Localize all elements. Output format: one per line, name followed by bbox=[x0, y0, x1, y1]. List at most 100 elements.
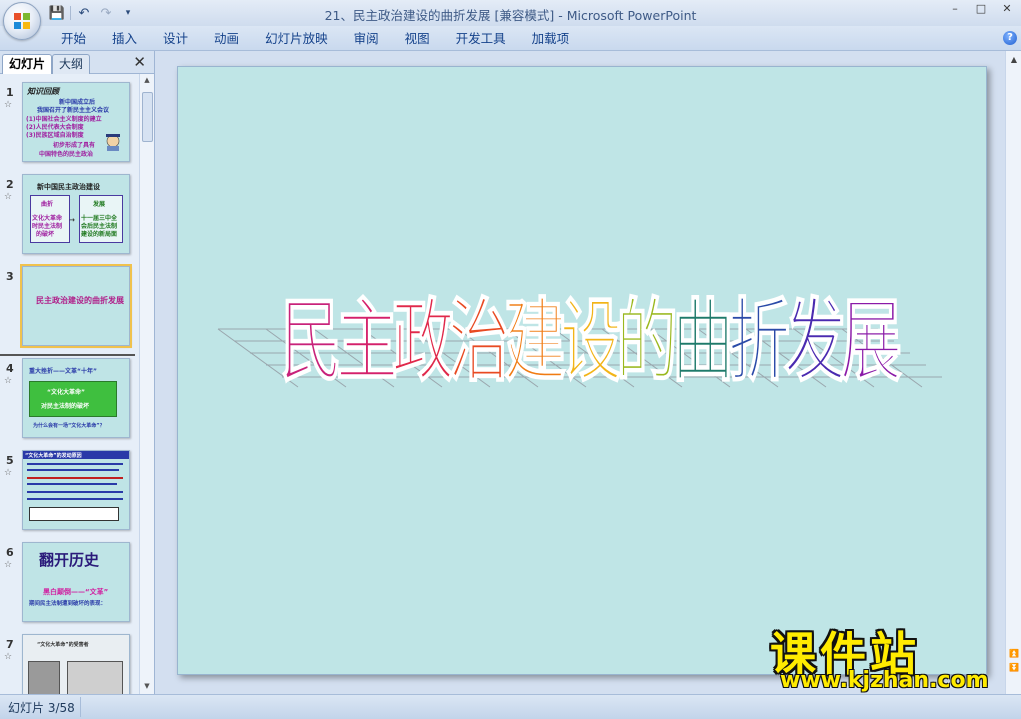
scroll-up-icon[interactable]: ▲ bbox=[1009, 55, 1019, 64]
pane-close-icon[interactable]: ✕ bbox=[133, 53, 146, 71]
slide-thumbnail-5[interactable]: “文化大革命”的发动原因 bbox=[22, 450, 130, 530]
office-button[interactable] bbox=[3, 2, 41, 40]
thumb-box bbox=[29, 507, 119, 521]
minimize-icon[interactable]: – bbox=[947, 2, 963, 15]
thumb-text: 初步形成了具有 bbox=[53, 142, 96, 149]
slide-number: 6 bbox=[6, 546, 14, 559]
slide-number: 2 bbox=[6, 178, 14, 191]
slide-number: 1 bbox=[6, 86, 14, 99]
thumb-line bbox=[27, 491, 123, 493]
teacher-clipart-icon bbox=[106, 134, 120, 151]
wordart-char: 的 bbox=[616, 289, 678, 394]
thumb-photo bbox=[28, 661, 60, 694]
slide-number: 7 bbox=[6, 638, 14, 651]
slide-thumbnail-1[interactable]: 知识回顾 新中国成立后 我国召开了新民主主义会议 (1)中国社会主义制度的建立 … bbox=[22, 82, 130, 162]
scroll-down-icon[interactable]: ▼ bbox=[142, 682, 152, 692]
thumb-line bbox=[27, 477, 123, 479]
animation-icon: ☆ bbox=[4, 560, 13, 570]
slides-pane: 幻灯片 大纲 ✕ 1 ☆ 知识回顾 新中国成立后 我国召开了新民主主义会议 (1… bbox=[0, 51, 155, 694]
thumb-text: 翻开历史 bbox=[39, 551, 100, 569]
next-slide-icon[interactable]: ⏬ bbox=[1009, 663, 1019, 672]
wordart-char: 曲 bbox=[672, 289, 734, 394]
thumb-text: 期间民主法制遭到破坏的表现： bbox=[29, 601, 107, 607]
tab-slides[interactable]: 幻灯片 bbox=[2, 54, 53, 74]
thumb-text: 民主政治建设的曲折发展 bbox=[36, 296, 124, 305]
thumb-text: 发展 bbox=[93, 201, 106, 208]
tab-design[interactable]: 设计 bbox=[150, 30, 201, 48]
tab-home[interactable]: 开始 bbox=[48, 30, 99, 48]
window-title: 21、民主政治建设的曲折发展 [兼容模式] - Microsoft PowerP… bbox=[324, 8, 697, 23]
close-icon[interactable]: ✕ bbox=[999, 2, 1015, 15]
thumb-text: “文化大革命”的受害者 bbox=[37, 642, 89, 648]
thumb-text: “文化大革命”的发动原因 bbox=[25, 453, 82, 459]
office-logo-icon bbox=[14, 13, 30, 29]
wordart-char: 展 bbox=[840, 289, 902, 394]
current-slide[interactable]: 民主政治建设的曲折发展 bbox=[177, 66, 987, 675]
thumb-photo bbox=[67, 661, 123, 694]
editor-scrollbar[interactable]: ▲ ⏫ ⏬ bbox=[1005, 51, 1021, 694]
watermark-logo: 课件站 www.kjzhan.com bbox=[770, 618, 1005, 693]
slide-editing-area: 民主政治建设的曲折发展 bbox=[155, 51, 1005, 694]
prev-slide-icon[interactable]: ⏫ bbox=[1009, 649, 1019, 658]
thumbnail-scrollbar[interactable]: ▲ ▼ bbox=[139, 74, 154, 694]
pane-tabs: 幻灯片 大纲 ✕ bbox=[0, 51, 154, 74]
tab-review[interactable]: 审阅 bbox=[341, 30, 392, 48]
slide-number: 5 bbox=[6, 454, 14, 467]
thumb-text: 中国特色的民主政治 bbox=[39, 151, 94, 158]
scroll-thumb[interactable] bbox=[142, 92, 153, 142]
wordart-char: 民 bbox=[280, 289, 342, 394]
tab-developer[interactable]: 开发工具 bbox=[443, 30, 519, 48]
thumb-line bbox=[27, 469, 119, 471]
wordart-char: 建 bbox=[504, 289, 566, 394]
thumb-line bbox=[27, 498, 123, 500]
arrow-icon: → bbox=[69, 216, 75, 224]
window-controls: – □ ✕ bbox=[947, 2, 1015, 15]
tab-addins[interactable]: 加载项 bbox=[519, 30, 583, 48]
tab-view[interactable]: 视图 bbox=[392, 30, 443, 48]
ribbon-tab-bar: 开始 插入 设计 动画 幻灯片放映 审阅 视图 开发工具 加载项 ? bbox=[0, 26, 1021, 51]
slide-counter: 幻灯片 3/58 bbox=[8, 701, 75, 715]
maximize-icon[interactable]: □ bbox=[973, 2, 989, 15]
wordart-title[interactable]: 民主政治建设的曲折发展 bbox=[178, 67, 986, 674]
animation-icon: ☆ bbox=[4, 652, 13, 662]
slide-thumbnail-2[interactable]: 新中国民主政治建设 曲折 发展 文化大革命 时民主法制 的破坏 十一届三中全 会… bbox=[22, 174, 130, 254]
scroll-up-icon[interactable]: ▲ bbox=[142, 76, 152, 86]
thumb-text: 对民主法制的破坏 bbox=[41, 403, 90, 410]
animation-icon: ☆ bbox=[4, 376, 13, 386]
thumb-line bbox=[27, 463, 123, 465]
help-icon[interactable]: ? bbox=[1003, 31, 1017, 45]
thumb-text: 知识回顾 bbox=[27, 87, 59, 96]
tab-insert[interactable]: 插入 bbox=[99, 30, 150, 48]
status-divider bbox=[80, 697, 81, 717]
thumb-line bbox=[27, 483, 117, 485]
slide-number: 3 bbox=[6, 270, 14, 283]
thumb-text: 曲折 bbox=[41, 201, 54, 208]
thumb-text: “文化大革命” bbox=[47, 389, 85, 396]
wordart-char: 治 bbox=[448, 289, 510, 394]
animation-icon: ☆ bbox=[4, 100, 13, 110]
wordart-char: 设 bbox=[560, 289, 622, 394]
ribbon-tabs: 开始 插入 设计 动画 幻灯片放映 审阅 视图 开发工具 加载项 bbox=[48, 30, 582, 48]
slide-thumbnail-3[interactable]: 民主政治建设的曲折发展 bbox=[20, 264, 132, 348]
wordart-char: 发 bbox=[784, 289, 846, 394]
thumb-text: (3)民族区域自治制度 bbox=[26, 132, 84, 139]
thumb-text: 为什么会有一场“文化大革命”？ bbox=[33, 423, 105, 429]
slide-number: 4 bbox=[6, 362, 14, 375]
thumb-text: 重大挫折——文革“十年” bbox=[29, 368, 97, 375]
slide-thumbnail-7[interactable]: “文化大革命”的受害者 bbox=[22, 634, 130, 694]
insertion-divider bbox=[0, 354, 135, 356]
slide-thumbnail-4[interactable]: 重大挫折——文革“十年” “文化大革命” 对民主法制的破坏 为什么会有一场“文化… bbox=[22, 358, 130, 438]
thumbnail-list: 1 ☆ 知识回顾 新中国成立后 我国召开了新民主主义会议 (1)中国社会主义制度… bbox=[0, 74, 138, 694]
animation-icon: ☆ bbox=[4, 192, 13, 202]
thumb-text: 的破坏 bbox=[36, 231, 55, 238]
tab-animations[interactable]: 动画 bbox=[201, 30, 252, 48]
wordart-char: 折 bbox=[728, 289, 790, 394]
thumb-text: 新中国民主政治建设 bbox=[37, 183, 100, 191]
tab-slideshow[interactable]: 幻灯片放映 bbox=[252, 30, 341, 48]
animation-icon: ☆ bbox=[4, 468, 13, 478]
thumb-text: 黑白颠倒——“文革” bbox=[43, 588, 109, 596]
thumb-text: 建设的新局面 bbox=[81, 231, 118, 238]
tab-outline[interactable]: 大纲 bbox=[52, 54, 91, 74]
slide-thumbnail-6[interactable]: 翻开历史 黑白颠倒——“文革” 期间民主法制遭到破坏的表现： bbox=[22, 542, 130, 622]
title-bar: 💾 ↶ ↷ ▾ 21、民主政治建设的曲折发展 [兼容模式] - Microsof… bbox=[0, 0, 1021, 26]
